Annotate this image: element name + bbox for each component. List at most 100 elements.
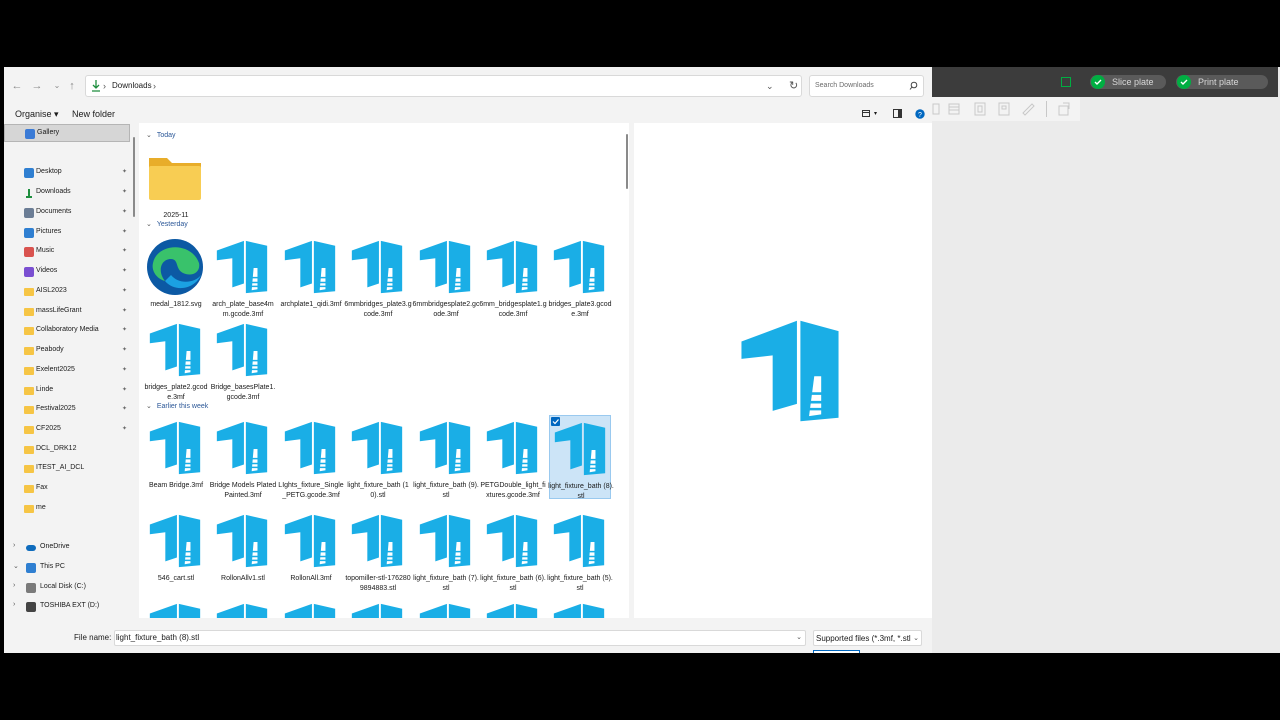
sidebar-item-festival2025[interactable]: Festival2025 ✦	[4, 401, 130, 419]
file-name-dropdown-icon[interactable]: ⌄	[796, 633, 802, 641]
sidebar-item-fax[interactable]: Fax	[4, 480, 130, 498]
file-name: RollonAllv1.stl	[221, 575, 265, 582]
file-tile-6mm-bridgesplate1-gcode-3mf[interactable]: 6mm_bridgesplate1.gcode.3mf	[479, 234, 547, 318]
file-tile-6mmbridgesplate2-gcode-3mf[interactable]: 6mmbridgesplate2.gcode.3mf	[413, 234, 479, 318]
file-tile-partial[interactable]	[482, 597, 544, 618]
sidebar-item-onedrive[interactable]: › OneDrive	[4, 539, 130, 557]
address-bar[interactable]: › Downloads › ⌄ ↻	[85, 75, 802, 97]
file-tile-partial[interactable]	[347, 597, 409, 618]
view-dropdown-icon[interactable]: ▾	[874, 110, 877, 117]
file-tile-topomiller-stl-1762809894883-stl[interactable]: topomiller-stl-1762809894883.stl	[345, 508, 411, 592]
file-tile-light-fixture-bath-8-stl[interactable]: light_fixture_bath (8).stl	[548, 415, 614, 500]
sidebar-item-pictures[interactable]: Pictures ✦	[4, 224, 130, 242]
file-tile-light-fixture-bath-6-stl[interactable]: light_fixture_bath (6).stl	[480, 508, 546, 592]
sidebar-item-this-pc[interactable]: ⌄ This PC	[4, 559, 130, 577]
file-tile-bridges-plate3-gcode-3mf[interactable]: bridges_plate3.gcode.3mf	[548, 234, 612, 318]
open-button[interactable]	[813, 650, 860, 653]
bambu-file-icon	[212, 600, 272, 618]
sidebar-item-label: DCL_DRK12	[36, 445, 77, 452]
sidebar-item-masslifegrant[interactable]: massLifeGrant ✦	[4, 303, 130, 321]
sidebar-item-dcl-drk12[interactable]: DCL_DRK12	[4, 441, 130, 459]
pictures-icon	[24, 228, 34, 238]
file-tile-546-cart-stl[interactable]: 546_cart.stl	[145, 508, 207, 592]
sidebar-item-aisl2023[interactable]: AISL2023 ✦	[4, 283, 130, 301]
sidebar-item-exelent2025[interactable]: Exelent2025 ✦	[4, 362, 130, 380]
sidebar-item-peabody[interactable]: Peabody ✦	[4, 342, 130, 360]
file-tile-petgdouble-light-fixtures-gcode-3mf[interactable]: PETGDouble_light_fixtures.gcode.3mf	[480, 415, 546, 499]
help-icon[interactable]: ?	[915, 109, 925, 119]
file-tile-partial[interactable]	[280, 597, 342, 618]
file-tile-partial[interactable]	[212, 597, 274, 618]
sidebar-item-toshiba-ext-d[interactable]: › TOSHIBA EXT (D:)	[4, 598, 130, 616]
sidebar-item-linde[interactable]: Linde ✦	[4, 382, 130, 400]
pin-icon: ✦	[122, 347, 128, 353]
file-tile-light-fixture-bath-7-stl[interactable]: light_fixture_bath (7).stl	[413, 508, 479, 592]
sidebar-item-collaboratory-media[interactable]: Collaboratory Media ✦	[4, 322, 130, 340]
group-header-earlier[interactable]: ⌄ Earlier this week	[146, 402, 208, 410]
file-tile-partial[interactable]	[145, 597, 207, 618]
sidebar-item-local-disk-c[interactable]: › Local Disk (C:)	[4, 579, 130, 597]
face-tool-icon[interactable]	[972, 101, 988, 117]
recent-locations-chevron-icon[interactable]: ⌄	[51, 80, 63, 92]
group-header-today[interactable]: ⌄ Today	[146, 131, 176, 139]
file-tile-beam-bridge-3mf[interactable]: Beam Bridge.3mf	[145, 415, 207, 499]
sidebar-item-documents[interactable]: Documents ✦	[4, 204, 130, 222]
file-tile-arch-plate-base4mm-gcode-3mf[interactable]: arch_plate_base4mm.gcode.3mf	[212, 234, 274, 318]
sidebar-item-desktop[interactable]: Desktop ✦	[4, 164, 130, 182]
measure-tool-icon[interactable]	[1020, 101, 1036, 117]
file-name: light_fixture_bath (6).stl	[480, 575, 546, 592]
file-tile-partial[interactable]	[549, 597, 611, 618]
expand-chevron-icon[interactable]: ›	[13, 542, 15, 549]
address-dropdown-icon[interactable]: ⌄	[766, 81, 774, 92]
file-tile-lights-fixture-single-petg-gcode-3mf[interactable]: LIghts_fixture_Single_PETG.gcode.3mf	[278, 415, 344, 499]
forward-arrow-icon[interactable]: →	[31, 80, 43, 92]
file-name: RollonAll.3mf	[290, 575, 332, 582]
file-tile-bridge-basesplate1-gcode-3mf[interactable]: Bridge_basesPlate1.gcode.3mf	[211, 317, 275, 401]
file-tile-medal-1812-svg[interactable]: medal_1812.svg	[145, 234, 207, 318]
print-plate-button[interactable]: Print plate	[1176, 75, 1268, 89]
refresh-icon[interactable]: ↻	[789, 79, 798, 92]
bambu-file-icon	[347, 600, 407, 618]
preview-pane-icon[interactable]	[893, 109, 902, 118]
sidebar-item-downloads[interactable]: Downloads ✦	[4, 184, 130, 202]
file-tile-2025-11[interactable]: 2025-11	[145, 145, 207, 229]
file-tile-light-fixture-bath-9-stl[interactable]: light_fixture_bath (9).stl	[413, 415, 479, 499]
file-tile-6mmbridges-plate3-gcode-3mf[interactable]: 6mmbridges_plate3.gcode.3mf	[344, 234, 412, 318]
breadcrumb-downloads[interactable]: Downloads	[112, 81, 152, 90]
file-list-scrollbar[interactable]	[626, 134, 628, 189]
back-arrow-icon[interactable]: ←	[11, 80, 23, 92]
sidebar-item-cf2025[interactable]: CF2025 ✦	[4, 421, 130, 439]
layers-icon[interactable]	[1061, 77, 1071, 87]
expand-chevron-icon[interactable]: ›	[13, 601, 15, 608]
expand-chevron-icon[interactable]: ⌄	[13, 562, 19, 570]
sidebar-item-gallery[interactable]: Gallery	[4, 124, 130, 142]
expand-chevron-icon[interactable]: ›	[13, 582, 15, 589]
file-tile-rollonall-3mf[interactable]: RollonAll.3mf	[280, 508, 342, 592]
file-tile-partial[interactable]	[415, 597, 477, 618]
assembly-tool-icon[interactable]	[1056, 101, 1072, 117]
file-tile-bridge-models-plated-painted-3mf[interactable]: Bridge Models Plated Painted.3mf	[210, 415, 276, 499]
view-options-icon[interactable]	[862, 109, 871, 118]
file-tile-bridges-plate2-gcode-3mf[interactable]: bridges_plate2.gcode.3mf	[144, 317, 208, 401]
search-box[interactable]: Search Downloads	[809, 75, 924, 97]
sidebar-item-me[interactable]: me	[4, 500, 130, 518]
slice-plate-button[interactable]: Slice plate	[1090, 75, 1166, 89]
organise-button[interactable]: Organise ▾	[15, 109, 59, 120]
new-folder-button[interactable]: New folder	[72, 109, 115, 119]
sidebar-item-videos[interactable]: Videos ✦	[4, 263, 130, 281]
bambu-file-icon	[145, 418, 205, 478]
file-type-select[interactable]: Supported files (*.3mf, *.stl ⌄	[813, 630, 922, 646]
paint-tool-icon[interactable]	[996, 101, 1012, 117]
stack-tool-icon[interactable]	[946, 101, 962, 117]
nav-scrollbar[interactable]	[133, 137, 135, 217]
sidebar-item-music[interactable]: Music ✦	[4, 243, 130, 261]
sidebar-item-itest-ai-dcl[interactable]: ITEST_AI_DCL	[4, 460, 130, 478]
file-tile-light-fixture-bath-5-stl[interactable]: light_fixture_bath (5).stl	[547, 508, 613, 592]
file-name-input[interactable]: light_fixture_bath (8).stl ⌄	[114, 630, 806, 646]
file-tile-light-fixture-bath-10-stl[interactable]: light_fixture_bath (10).stl	[347, 415, 409, 499]
file-tile-archplate1-qidi-3mf[interactable]: archplate1_qidi.3mf	[280, 234, 342, 318]
bambu-file-icon	[415, 600, 475, 618]
documents-icon	[24, 208, 34, 218]
up-arrow-icon[interactable]: ↑	[66, 80, 78, 92]
file-tile-rollonallv1-stl[interactable]: RollonAllv1.stl	[212, 508, 274, 592]
